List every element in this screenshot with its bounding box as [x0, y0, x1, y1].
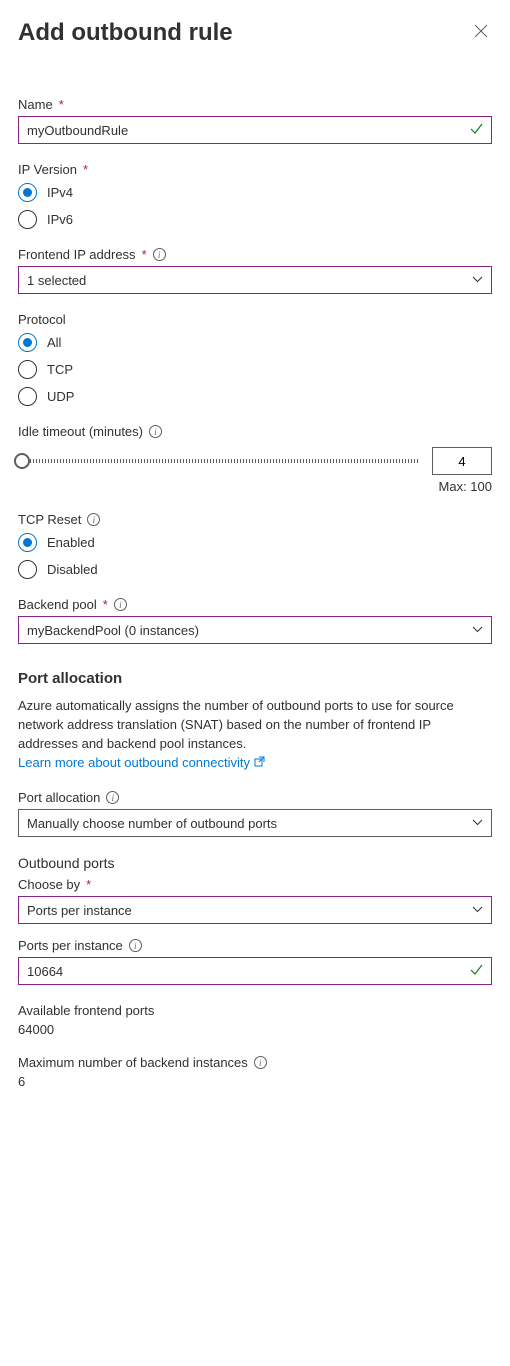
name-input-wrap[interactable]: [18, 116, 492, 144]
radio-tcpreset-disabled[interactable]: Disabled: [18, 560, 492, 579]
idle-timeout-value[interactable]: [432, 447, 492, 475]
idle-timeout-label: Idle timeout (minutes): [18, 424, 143, 439]
slider-thumb[interactable]: [14, 453, 30, 469]
info-icon[interactable]: i: [149, 425, 162, 438]
info-icon[interactable]: i: [114, 598, 127, 611]
outbound-ports-heading: Outbound ports: [18, 855, 492, 871]
available-ports-label: Available frontend ports: [18, 1003, 154, 1018]
required-indicator: *: [142, 247, 147, 262]
info-icon[interactable]: i: [87, 513, 100, 526]
external-link-icon: [254, 754, 265, 773]
select-value: Ports per instance: [27, 903, 132, 918]
required-indicator: *: [59, 97, 64, 112]
frontend-ip-label: Frontend IP address: [18, 247, 136, 262]
select-value: myBackendPool (0 instances): [27, 623, 199, 638]
select-value: Manually choose number of outbound ports: [27, 816, 277, 831]
radio-protocol-udp[interactable]: UDP: [18, 387, 492, 406]
check-icon: [469, 963, 491, 980]
max-instances-value: 6: [18, 1074, 492, 1089]
chevron-down-icon: [472, 817, 483, 829]
available-ports-value: 64000: [18, 1022, 492, 1037]
ports-per-instance-wrap[interactable]: [18, 957, 492, 985]
required-indicator: *: [83, 162, 88, 177]
radio-protocol-tcp[interactable]: TCP: [18, 360, 492, 379]
close-icon[interactable]: [470, 18, 492, 47]
radio-icon: [18, 183, 37, 202]
check-icon: [469, 122, 491, 139]
chevron-down-icon: [472, 904, 483, 916]
select-value: 1 selected: [27, 273, 86, 288]
idle-timeout-max: Max: 100: [18, 479, 492, 494]
radio-tcpreset-enabled[interactable]: Enabled: [18, 533, 492, 552]
port-allocation-select[interactable]: Manually choose number of outbound ports: [18, 809, 492, 837]
learn-more-link[interactable]: Learn more about outbound connectivity: [18, 755, 265, 770]
chevron-down-icon: [472, 274, 483, 286]
radio-icon: [18, 560, 37, 579]
ipversion-label: IP Version: [18, 162, 77, 177]
radio-label: All: [47, 335, 61, 350]
radio-label: TCP: [47, 362, 73, 377]
port-allocation-heading: Port allocation: [18, 670, 492, 687]
radio-ipv4[interactable]: IPv4: [18, 183, 492, 202]
port-allocation-select-label: Port allocation: [18, 790, 100, 805]
backend-pool-label: Backend pool: [18, 597, 97, 612]
radio-protocol-all[interactable]: All: [18, 333, 492, 352]
radio-label: Disabled: [47, 562, 98, 577]
choose-by-label: Choose by: [18, 877, 80, 892]
info-icon[interactable]: i: [106, 791, 119, 804]
radio-label: Enabled: [47, 535, 95, 550]
protocol-label: Protocol: [18, 312, 66, 327]
radio-label: IPv6: [47, 212, 73, 227]
radio-icon: [18, 533, 37, 552]
info-icon[interactable]: i: [254, 1056, 267, 1069]
port-allocation-description: Azure automatically assigns the number o…: [18, 697, 492, 772]
radio-ipv6[interactable]: IPv6: [18, 210, 492, 229]
ports-per-instance-label: Ports per instance: [18, 938, 123, 953]
radio-icon: [18, 333, 37, 352]
info-icon[interactable]: i: [129, 939, 142, 952]
info-icon[interactable]: i: [153, 248, 166, 261]
slider-rail: [18, 459, 418, 463]
radio-label: IPv4: [47, 185, 73, 200]
choose-by-select[interactable]: Ports per instance: [18, 896, 492, 924]
name-label: Name: [18, 97, 53, 112]
name-input[interactable]: [19, 117, 469, 143]
radio-icon: [18, 360, 37, 379]
radio-icon: [18, 387, 37, 406]
radio-label: UDP: [47, 389, 74, 404]
chevron-down-icon: [472, 624, 483, 636]
max-instances-label: Maximum number of backend instances: [18, 1055, 248, 1070]
idle-timeout-slider[interactable]: [18, 451, 418, 471]
radio-icon: [18, 210, 37, 229]
backend-pool-select[interactable]: myBackendPool (0 instances): [18, 616, 492, 644]
page-title: Add outbound rule: [18, 19, 233, 47]
tcp-reset-label: TCP Reset: [18, 512, 81, 527]
ports-per-instance-input[interactable]: [19, 958, 469, 984]
required-indicator: *: [103, 597, 108, 612]
required-indicator: *: [86, 877, 91, 892]
frontend-ip-select[interactable]: 1 selected: [18, 266, 492, 294]
